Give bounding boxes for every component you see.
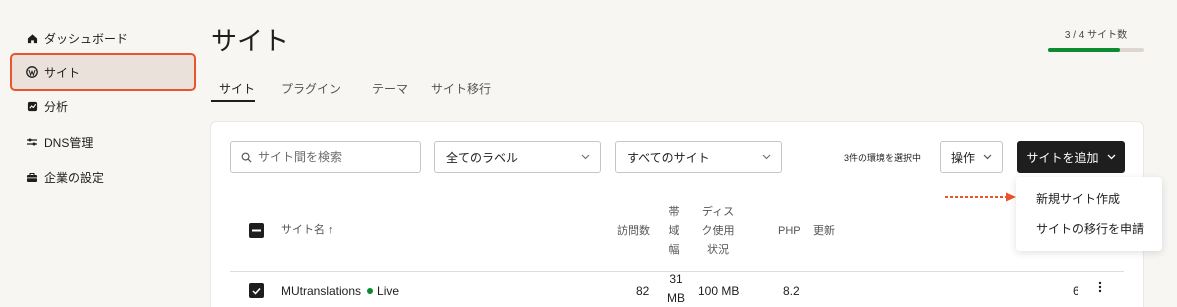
column-header-bandwidth-line: 域	[668, 225, 680, 237]
tab-themes[interactable]: テーマ	[372, 80, 408, 97]
column-header-bandwidth[interactable]: 帯 域 幅	[664, 205, 684, 258]
tab-plugins[interactable]: プラグイン	[281, 80, 341, 97]
label-filter-select[interactable]: 全てのラベル	[434, 141, 601, 173]
sidebar-item-label: 分析	[44, 99, 69, 114]
column-header-site-name[interactable]: サイト名 ↑	[281, 223, 334, 238]
sidebar-item-company-settings[interactable]: 企業の設定	[12, 160, 194, 194]
bandwidth-cell: 31 MB	[664, 272, 688, 306]
label-filter-value: 全てのラベル	[446, 150, 519, 165]
add-site-label: サイトを追加	[1026, 150, 1099, 165]
sidebar-item-sites[interactable]: サイト	[10, 53, 196, 91]
tab-sites[interactable]: サイト	[219, 80, 255, 97]
select-all-checkbox[interactable]	[249, 223, 264, 238]
site-filter-select[interactable]: すべてのサイト	[615, 141, 782, 173]
row-actions-icon[interactable]	[1098, 281, 1102, 293]
sidebar-item-dashboard[interactable]: ダッシュボード	[12, 21, 194, 55]
page-title: サイト	[211, 26, 290, 56]
analytics-icon	[25, 99, 39, 113]
column-header-updates[interactable]: 更新	[813, 224, 835, 239]
dns-icon	[25, 135, 39, 149]
row-checkbox[interactable]	[249, 283, 264, 298]
visits-cell: 82	[636, 284, 650, 298]
wordpress-icon	[25, 65, 39, 79]
bandwidth-unit: MB	[667, 291, 685, 305]
column-header-bandwidth-line: 帯	[668, 206, 680, 218]
chevron-down-icon	[762, 152, 771, 162]
site-filter-value: すべてのサイト	[627, 150, 710, 165]
live-status-icon	[367, 288, 374, 295]
search-icon	[241, 152, 252, 163]
search-input[interactable]	[258, 150, 408, 164]
chevron-down-icon	[581, 152, 590, 162]
sidebar-item-label: DNS管理	[44, 135, 94, 150]
column-header-visits[interactable]: 訪問数	[617, 224, 650, 239]
sidebar: ダッシュボード サイト 分析 DNS管理 企業の設定	[0, 0, 200, 307]
sidebar-item-label: 企業の設定	[44, 170, 105, 185]
column-header-php[interactable]: PHP	[778, 224, 801, 239]
sidebar-item-label: ダッシュボード	[44, 31, 129, 46]
add-site-menu: 新規サイト作成 サイトの移行を申請	[1016, 177, 1162, 251]
menu-item-create-site[interactable]: 新規サイト作成	[1036, 190, 1120, 207]
site-usage-meter: 3 / 4 サイト数	[1048, 26, 1144, 52]
search-field[interactable]	[230, 141, 421, 173]
selected-environments-count: 3件の環境を選択中	[844, 153, 922, 163]
column-header-bandwidth-line: 幅	[668, 244, 680, 256]
chevron-down-icon	[1107, 154, 1116, 160]
site-usage-label: 3 / 4 サイト数	[1064, 30, 1128, 41]
column-header-disk-line: 状況	[707, 244, 729, 256]
disk-usage-cell: 100 MB	[698, 284, 740, 298]
site-status: Live	[377, 284, 400, 298]
home-icon	[25, 31, 39, 45]
briefcase-icon	[25, 170, 39, 184]
column-header-disk-line: ディス	[701, 206, 735, 218]
column-header-disk-line: ク使用	[701, 225, 735, 237]
site-usage-fill	[1048, 48, 1120, 52]
site-usage-bar	[1048, 48, 1144, 52]
column-header-disk-usage[interactable]: ディス ク使用 状況	[696, 205, 740, 258]
php-version-cell: 8.2	[783, 284, 800, 298]
sidebar-item-label: サイト	[44, 65, 81, 80]
bandwidth-value: 31	[669, 272, 683, 286]
site-name[interactable]: MUtranslations	[281, 284, 361, 298]
operations-button[interactable]: 操作	[940, 141, 1003, 173]
sidebar-item-dns[interactable]: DNS管理	[12, 125, 194, 159]
active-tab-indicator	[211, 100, 255, 102]
truncated-cell: 6	[1073, 284, 1078, 298]
operations-label: 操作	[950, 150, 975, 165]
add-site-button[interactable]: サイトを追加	[1017, 141, 1125, 173]
tab-site-migration[interactable]: サイト移行	[431, 80, 491, 97]
minus-icon	[252, 229, 261, 232]
chevron-down-icon	[983, 154, 992, 160]
menu-item-request-migration[interactable]: サイトの移行を申請	[1036, 220, 1144, 237]
checkmark-icon	[252, 287, 261, 295]
annotation-arrow-icon	[945, 192, 1016, 202]
site-name-cell[interactable]: MUtranslations Live	[281, 284, 399, 299]
sidebar-item-analytics[interactable]: 分析	[12, 89, 194, 123]
